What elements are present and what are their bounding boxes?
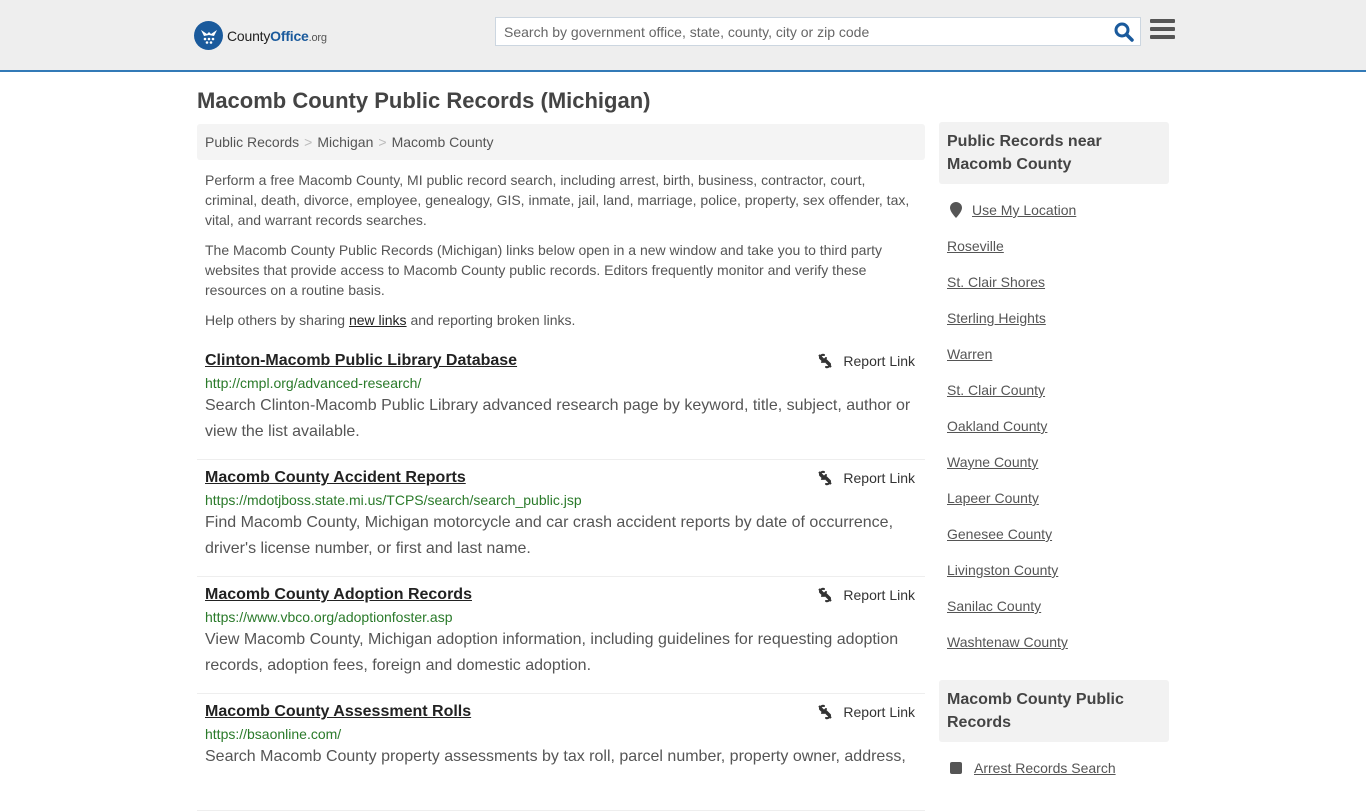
record-title-link[interactable]: Macomb County Accident Reports bbox=[205, 469, 466, 487]
new-links-link[interactable]: new links bbox=[349, 312, 407, 328]
nearby-item: Genesee County bbox=[947, 516, 1161, 552]
nearby-item: Livingston County bbox=[947, 552, 1161, 588]
breadcrumb-separator: > bbox=[378, 134, 387, 150]
site-header: CountyOffice.org bbox=[0, 0, 1366, 72]
records-list: Clinton-Macomb Public Library Database R… bbox=[197, 343, 925, 811]
intro-text: Perform a free Macomb County, MI public … bbox=[205, 170, 920, 340]
record-url[interactable]: https://www.vbco.org/adoptionfoster.asp bbox=[205, 609, 917, 625]
intro-paragraph: Perform a free Macomb County, MI public … bbox=[205, 172, 910, 228]
nearby-link[interactable]: Livingston County bbox=[947, 562, 1058, 578]
broken-link-icon bbox=[818, 353, 833, 369]
intro-sharing-note: Help others by sharing new links and rep… bbox=[205, 312, 576, 328]
record-description: View Macomb County, Michigan adoption in… bbox=[205, 631, 899, 674]
nearby-item: Sanilac County bbox=[947, 588, 1161, 624]
nearby-link[interactable]: Genesee County bbox=[947, 526, 1052, 542]
breadcrumb-macomb-county[interactable]: Macomb County bbox=[392, 134, 494, 150]
record-category-icon bbox=[950, 762, 962, 774]
county-records-heading: Macomb County Public Records bbox=[939, 680, 1169, 742]
report-link-button[interactable]: Report Link bbox=[817, 704, 915, 720]
breadcrumb: Public Records > Michigan > Macomb County bbox=[197, 124, 925, 160]
record-description: Search Clinton-Macomb Public Library adv… bbox=[205, 397, 911, 440]
map-pin-icon bbox=[950, 202, 962, 218]
record-item: Macomb County Assessment Rolls Report Li… bbox=[197, 694, 925, 811]
record-url[interactable]: http://cmpl.org/advanced-research/ bbox=[205, 375, 917, 391]
record-title-link[interactable]: Macomb County Assessment Rolls bbox=[205, 703, 471, 721]
record-item: Macomb County Adoption Records Report Li… bbox=[197, 577, 925, 694]
nearby-item: Sterling Heights bbox=[947, 300, 1161, 336]
record-url[interactable]: https://mdotjboss.state.mi.us/TCPS/searc… bbox=[205, 492, 917, 508]
breadcrumb-public-records[interactable]: Public Records bbox=[205, 134, 299, 150]
use-my-location-link[interactable]: Use My Location bbox=[972, 202, 1076, 218]
broken-link-icon bbox=[818, 587, 833, 603]
nearby-link[interactable]: Warren bbox=[947, 346, 992, 362]
report-link-button[interactable]: Report Link bbox=[817, 353, 915, 369]
county-record-item: Arrest Records Search bbox=[947, 750, 1161, 786]
nearby-link[interactable]: Sterling Heights bbox=[947, 310, 1046, 326]
nearby-item: Washtenaw County bbox=[947, 624, 1161, 660]
nearby-link[interactable]: Roseville bbox=[947, 238, 1004, 254]
use-location-item: Use My Location bbox=[947, 192, 1161, 228]
nearby-item: Oakland County bbox=[947, 408, 1161, 444]
logo-eagle-icon bbox=[194, 21, 223, 50]
record-item: Macomb County Accident Reports Report Li… bbox=[197, 460, 925, 577]
record-url[interactable]: https://bsaonline.com/ bbox=[205, 726, 917, 742]
hamburger-menu-icon[interactable] bbox=[1150, 19, 1175, 41]
nearby-link[interactable]: Oakland County bbox=[947, 418, 1047, 434]
breadcrumb-separator: > bbox=[304, 134, 313, 150]
record-item: Clinton-Macomb Public Library Database R… bbox=[197, 343, 925, 460]
record-title-link[interactable]: Macomb County Adoption Records bbox=[205, 586, 472, 604]
nearby-item: St. Clair County bbox=[947, 372, 1161, 408]
nearby-link[interactable]: Lapeer County bbox=[947, 490, 1039, 506]
county-records-list: Arrest Records Search bbox=[939, 750, 1169, 786]
search-icon[interactable] bbox=[1114, 22, 1134, 42]
nearby-link[interactable]: St. Clair County bbox=[947, 382, 1045, 398]
nearby-item: Warren bbox=[947, 336, 1161, 372]
logo-wordmark: CountyOffice.org bbox=[227, 27, 327, 44]
nearby-item: Lapeer County bbox=[947, 480, 1161, 516]
site-logo[interactable]: CountyOffice.org bbox=[194, 21, 327, 50]
nearby-link[interactable]: Sanilac County bbox=[947, 598, 1041, 614]
county-record-link[interactable]: Arrest Records Search bbox=[974, 760, 1116, 776]
search-box bbox=[495, 17, 1141, 46]
record-description: Find Macomb County, Michigan motorcycle … bbox=[205, 514, 894, 557]
broken-link-icon bbox=[818, 470, 833, 486]
nearby-item: Wayne County bbox=[947, 444, 1161, 480]
report-link-button[interactable]: Report Link bbox=[817, 587, 915, 603]
nearby-link[interactable]: Wayne County bbox=[947, 454, 1038, 470]
nearby-item: Roseville bbox=[947, 228, 1161, 264]
page-title: Macomb County Public Records (Michigan) bbox=[197, 88, 651, 113]
search-input[interactable] bbox=[496, 18, 1096, 45]
nearby-link[interactable]: St. Clair Shores bbox=[947, 274, 1045, 290]
report-link-button[interactable]: Report Link bbox=[817, 470, 915, 486]
sidebar: Public Records near Macomb County Use My… bbox=[939, 122, 1169, 786]
nearby-heading: Public Records near Macomb County bbox=[939, 122, 1169, 184]
intro-paragraph: The Macomb County Public Records (Michig… bbox=[205, 242, 883, 298]
broken-link-icon bbox=[818, 704, 833, 720]
breadcrumb-michigan[interactable]: Michigan bbox=[317, 134, 373, 150]
nearby-link[interactable]: Washtenaw County bbox=[947, 634, 1068, 650]
nearby-list: Use My Location Roseville St. Clair Shor… bbox=[939, 192, 1169, 660]
nearby-item: St. Clair Shores bbox=[947, 264, 1161, 300]
record-description: Search Macomb County property assessment… bbox=[205, 748, 906, 765]
record-title-link[interactable]: Clinton-Macomb Public Library Database bbox=[205, 352, 517, 370]
